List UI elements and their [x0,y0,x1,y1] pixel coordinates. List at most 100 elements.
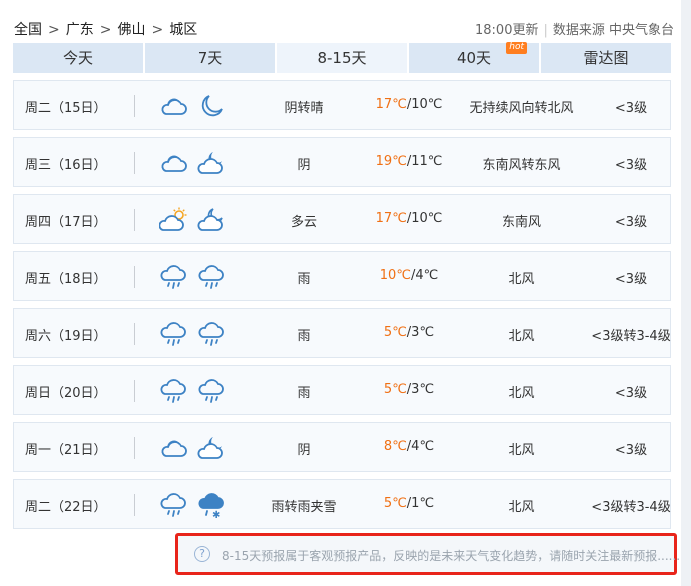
weather-desc: 雨 [297,272,311,287]
divider [134,380,135,402]
rain-icon [160,322,186,346]
tab-radar[interactable]: 雷达图 [541,43,671,73]
moon-icon [201,95,223,117]
wind-level: <3级 [614,272,648,287]
weather-icons [159,434,227,462]
temperature: 5℃/1℃ [359,496,459,511]
weather-panel: 全国 > 广东 > 佛山 > 城区 18:00更新 | 数据来源 中央气象台 今天 7天 8-1… [0,0,681,586]
tab-7-days[interactable]: 7天 [145,43,275,73]
temperature: 19℃/11℃ [359,154,459,169]
wind-direction: 北风 [508,386,535,401]
temperature: 10℃/4℃ [359,268,459,283]
temperature: 8℃/4℃ [359,439,459,454]
wind-direction: 北风 [508,272,535,287]
forecast-row: 周二（15日） 阴转晴 17℃/10℃ 无持续风向转北风 <3级 [13,80,671,130]
rain-icon [198,379,224,403]
cloud-moon-icon [197,208,223,231]
update-info: 18:00更新 | 数据来源 中央气象台 [475,19,674,38]
wind-level: <3级转3-4级 [591,329,671,344]
breadcrumb-item-city[interactable]: 佛山 [117,19,145,39]
temperature: 17℃/10℃ [359,211,459,226]
weather-desc: 雨 [297,329,311,344]
wind-direction: 东南风 [501,215,541,230]
forecast-tabs: 今天 7天 8-15天 40天 hot 雷达图 [13,42,671,73]
breadcrumb-item-district: 城区 [169,22,198,38]
cloud-icon [161,98,187,115]
svg-text:✱: ✱ [212,510,220,519]
temp-high: 17℃ [375,97,407,112]
weather-icons [159,92,227,120]
header: 全国 > 广东 > 佛山 > 城区 18:00更新 | 数据来源 中央气象台 [14,17,674,39]
divider [134,323,135,345]
cloud-moon-icon [197,152,223,174]
day-label: 周二（22日） [25,500,107,515]
forecast-row: 周四（17日） 多云 17℃/10℃ 东南风 <3级 [13,194,671,244]
sleet-icon: ✱ [198,493,224,519]
temperature: 17℃/10℃ [359,97,459,112]
wind-level: <3级 [614,158,648,173]
day-label: 周六（19日） [25,329,107,344]
day-label: 周三（16日） [25,158,107,173]
temperature: 5℃/3℃ [359,382,459,397]
forecast-row: 周日（20日） 雨 5℃/3℃ 北风 <3级 [13,365,671,415]
breadcrumb: 全国 > 广东 > 佛山 > 城区 [14,19,197,39]
weather-icons [159,377,227,405]
divider: | [543,23,548,38]
weather-desc: 雨转雨夹雪 [271,500,337,515]
weather-desc: 阴 [297,443,311,458]
temp-high: 19℃ [375,154,407,169]
divider [134,494,135,516]
temp-low: /1℃ [406,496,435,511]
rain-icon [198,322,224,346]
breadcrumb-separator: > [99,22,112,38]
wind-level: <3级 [614,386,648,401]
temp-high: 5℃ [383,496,407,511]
divider [134,95,135,117]
temp-low: /4℃ [406,439,435,454]
cloud-icon [161,155,187,172]
temp-high: 5℃ [383,382,407,397]
weather-desc: 阴 [297,158,311,173]
temp-high: 8℃ [383,439,407,454]
weather-desc: 雨 [297,386,311,401]
weather-icons [159,320,227,348]
weather-desc: 阴转晴 [284,101,324,116]
temp-low: /3℃ [406,325,435,340]
forecast-notice: ? 8-15天预报属于客观预报产品，反映的是未来天气变化趋势，请随时关注最新预报… [175,533,681,575]
tab-40-days[interactable]: 40天 hot [409,42,539,73]
wind-level: <3级 [614,101,648,116]
notice-text: 8-15天预报属于客观预报产品，反映的是未来天气变化趋势，请随时关注最新预报..… [222,549,681,563]
tab-8-15-days[interactable]: 8-15天 [277,43,407,73]
rain-icon [160,493,186,517]
weather-desc: 多云 [290,215,317,230]
temp-high: 10℃ [379,268,411,283]
day-label: 周五（18日） [25,272,107,287]
temp-low: /10℃ [406,211,443,226]
breadcrumb-separator: > [48,22,60,38]
rain-icon [160,265,186,289]
weather-icons [159,263,227,291]
tab-40-days-label: 40天 [456,49,492,67]
tab-today[interactable]: 今天 [13,43,143,73]
cloud-sun-icon [159,207,187,231]
breadcrumb-item-province[interactable]: 广东 [66,19,94,39]
wind-direction: 北风 [508,329,535,344]
wind-direction: 无持续风向转北风 [469,101,574,116]
wind-level: <3级 [614,215,648,230]
forecast-row: 周五（18日） 雨 10℃/4℃ 北风 <3级 [13,251,671,301]
forecast-list: 周二（15日） 阴转晴 17℃/10℃ 无持续风向转北风 <3级 周三（16日）… [13,80,671,536]
update-time: 18:00更新 [475,23,539,38]
weather-icons [159,149,227,177]
temp-high: 5℃ [383,325,407,340]
forecast-row: 周三（16日） 阴 19℃/11℃ 东南风转东风 <3级 [13,137,671,187]
wind-level: <3级 [614,443,648,458]
divider [134,437,135,459]
question-icon[interactable]: ? [194,546,210,562]
temp-low: /4℃ [410,268,439,283]
forecast-row: 周一（21日） 阴 8℃/4℃ 北风 <3级 [13,422,671,472]
divider [134,266,135,288]
breadcrumb-item-country[interactable]: 全国 [14,19,42,39]
hot-badge: hot [506,42,527,54]
temp-low: /11℃ [406,154,443,169]
day-label: 周二（15日） [25,101,107,116]
